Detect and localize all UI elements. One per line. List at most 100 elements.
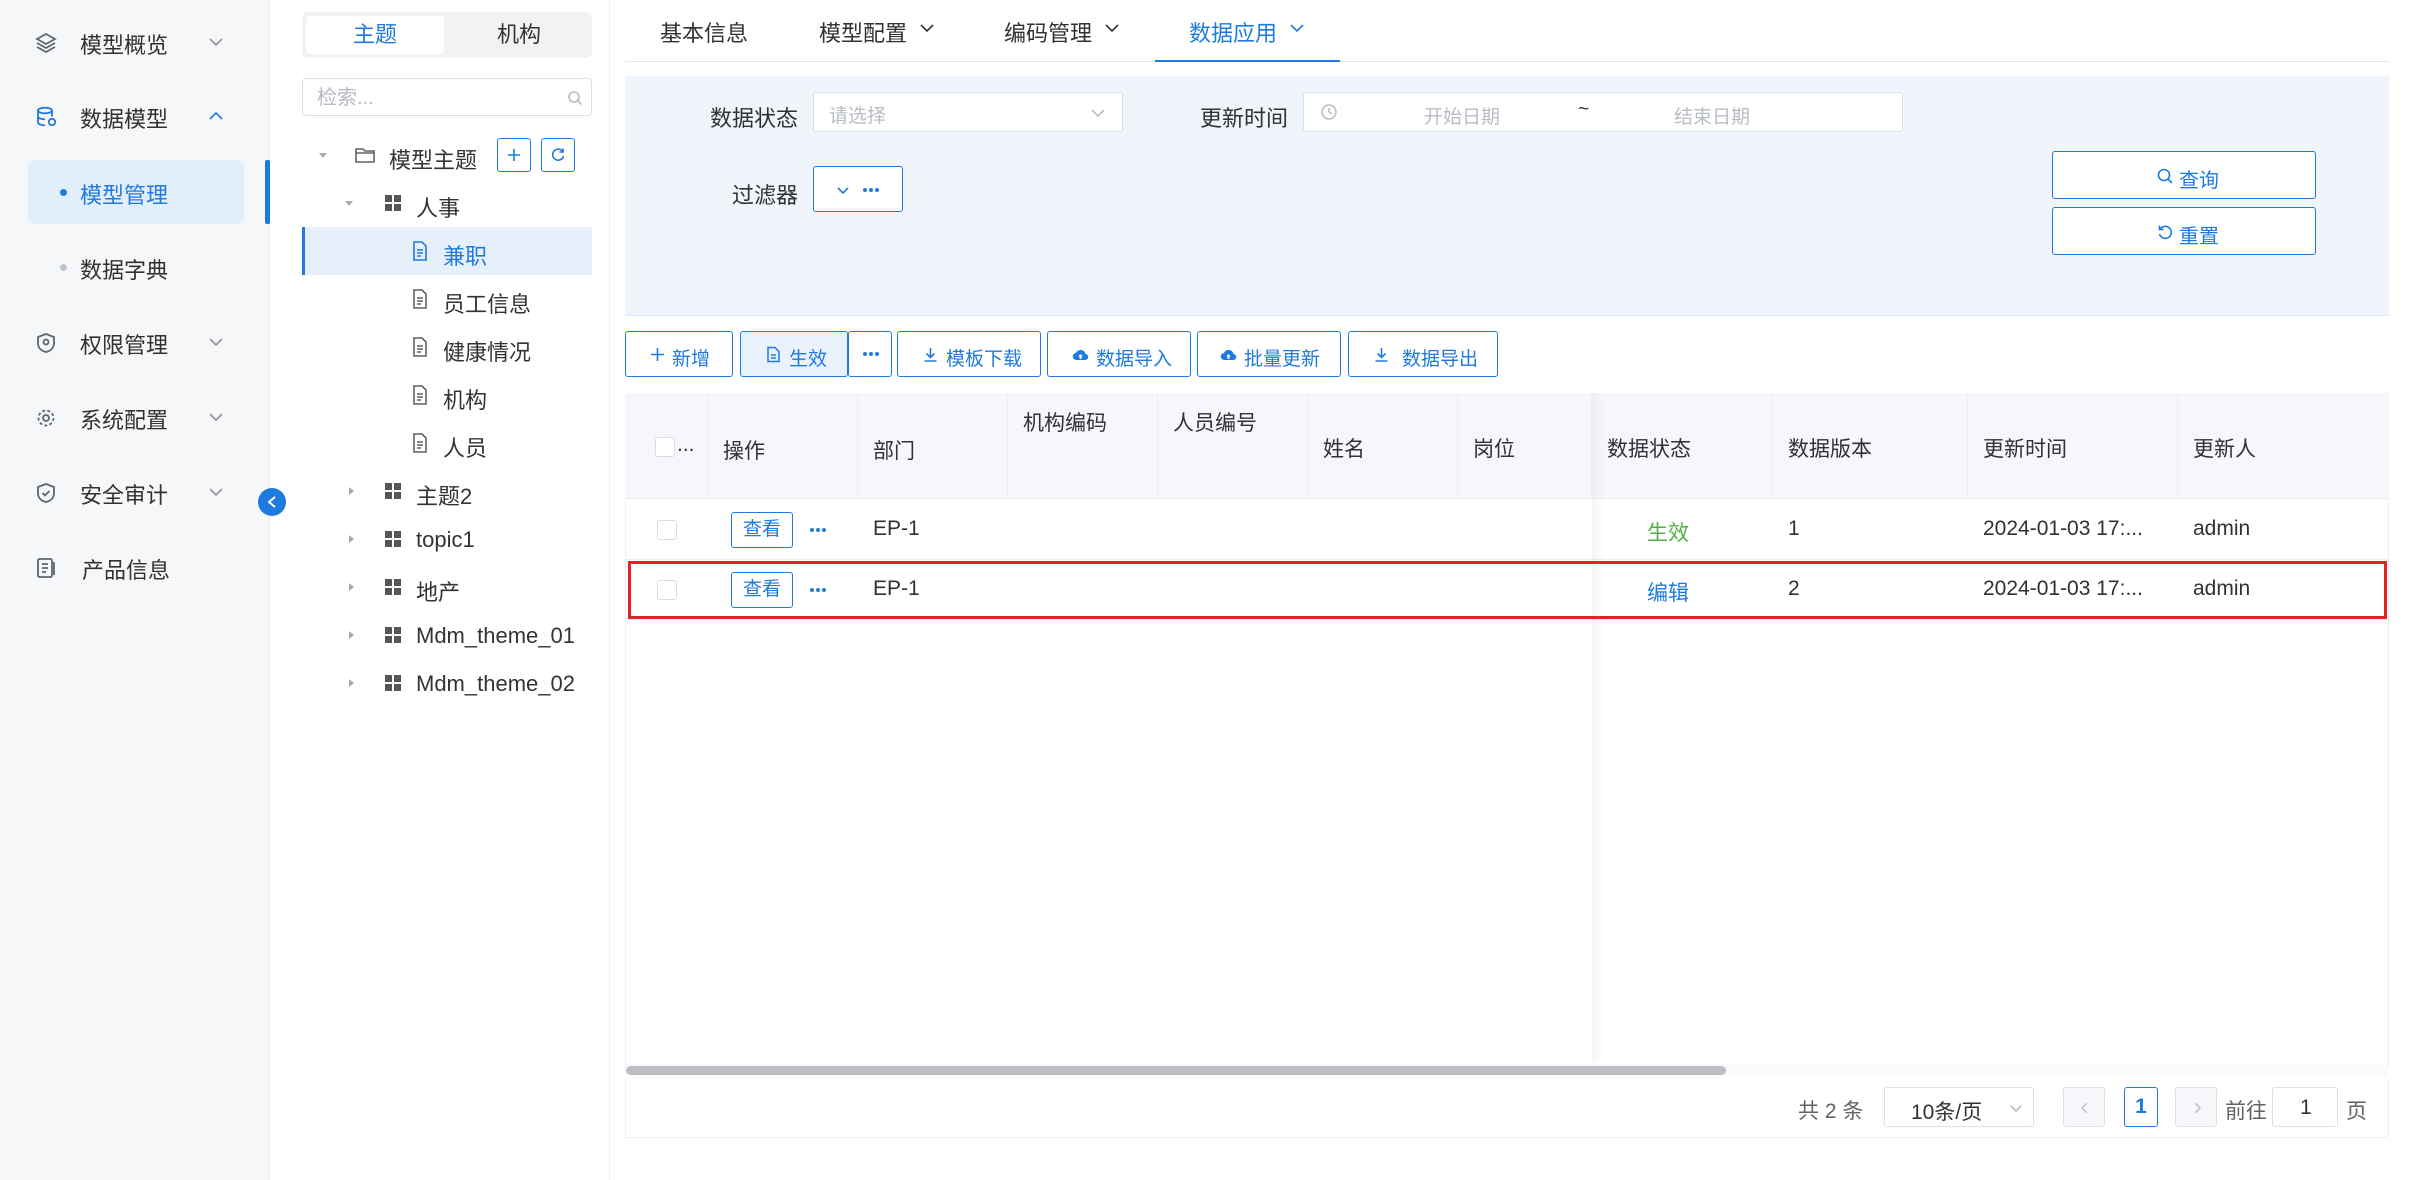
header-data-version[interactable]: 数据版本: [1773, 393, 1968, 499]
caret-right-icon[interactable]: [346, 534, 356, 544]
tree-node-group[interactable]: 地产: [302, 563, 592, 611]
header-position[interactable]: 岗位: [1458, 393, 1592, 499]
reset-button[interactable]: 重置: [2052, 207, 2316, 255]
page-number-current[interactable]: 1: [2124, 1087, 2158, 1127]
collapse-sidebar-button[interactable]: [258, 488, 286, 516]
status-select[interactable]: 请选择: [813, 92, 1123, 132]
select-all-checkbox[interactable]: [655, 437, 675, 457]
chevron-down-icon: [209, 413, 223, 422]
chevron-down-icon: [1105, 24, 1119, 33]
chevron-down-icon: [209, 488, 223, 497]
tree-leaf-employee-info[interactable]: 员工信息: [302, 275, 592, 323]
tree-node-label: topic1: [416, 527, 475, 552]
header-label: 机构编码: [1023, 412, 1107, 435]
search-icon[interactable]: [567, 90, 583, 106]
nav-item-data-model[interactable]: 数据模型: [0, 84, 270, 148]
end-date-placeholder[interactable]: 结束日期: [1674, 102, 1750, 129]
header-data-status[interactable]: 数据状态: [1592, 393, 1773, 499]
nav-sub-data-dictionary[interactable]: 数据字典: [28, 235, 244, 299]
add-theme-button[interactable]: [497, 138, 531, 172]
grid-icon: [385, 627, 401, 643]
tree-node-group[interactable]: Mdm_theme_02: [302, 659, 592, 707]
tree-search-box: [302, 78, 592, 116]
file-icon: [767, 346, 780, 363]
file-icon: [413, 337, 427, 357]
tree-node-group[interactable]: Mdm_theme_01: [302, 611, 592, 659]
tab-data-application[interactable]: 数据应用: [1155, 0, 1340, 62]
caret-right-icon[interactable]: [346, 678, 356, 688]
tree-search-input[interactable]: [317, 85, 557, 111]
tree-node-group[interactable]: topic1: [302, 515, 592, 563]
caret-down-icon[interactable]: [344, 198, 354, 208]
header-employee-no[interactable]: 人员编号: [1158, 393, 1308, 499]
nav-label: 安全审计: [80, 483, 169, 508]
header-name[interactable]: 姓名: [1308, 393, 1458, 499]
tree-leaf-parttime[interactable]: 兼职: [302, 227, 592, 275]
page-size-select[interactable]: 10条/页: [1884, 1087, 2034, 1127]
start-date-placeholder[interactable]: 开始日期: [1424, 102, 1500, 129]
data-export-button[interactable]: 数据导出: [1348, 331, 1498, 377]
tab-model-config[interactable]: 模型配置: [819, 0, 939, 62]
header-label: 部门: [873, 440, 915, 463]
file-icon: [413, 433, 427, 453]
nav-item-model-overview[interactable]: 模型概览: [0, 10, 270, 74]
caret-down-icon[interactable]: [318, 150, 328, 160]
nav-sub-model-management[interactable]: 模型管理: [28, 160, 244, 224]
fixed-column-shadow: [1592, 393, 1604, 1063]
tree-node-group-hr[interactable]: 人事: [302, 179, 592, 227]
caret-right-icon[interactable]: [346, 582, 356, 592]
tree-node-label: 员工信息: [443, 292, 532, 317]
status-filter-label: 数据状态: [710, 106, 799, 131]
template-download-button[interactable]: 模板下载: [897, 331, 1041, 377]
header-department[interactable]: 部门: [858, 393, 1008, 499]
date-range-picker[interactable]: 开始日期 ~ 结束日期: [1303, 92, 1903, 132]
add-button[interactable]: 新增: [625, 331, 733, 377]
caret-right-icon[interactable]: [346, 486, 356, 496]
header-org-code[interactable]: 机构编码: [1008, 393, 1158, 499]
header-update-time[interactable]: 更新时间: [1968, 393, 2178, 499]
tab-theme[interactable]: 主题: [306, 16, 444, 54]
grid-icon: [385, 579, 401, 595]
folder-icon: [355, 148, 375, 163]
filter-dropdown-button[interactable]: [813, 166, 903, 212]
batch-update-button[interactable]: 批量更新: [1197, 331, 1341, 377]
header-updater[interactable]: 更新人: [2178, 393, 2389, 499]
tree-leaf-personnel[interactable]: 人员: [302, 419, 592, 467]
tab-label: 基本信息: [660, 21, 749, 46]
nav-sub-label: 模型管理: [80, 183, 169, 208]
cell-department: EP-1: [873, 517, 920, 540]
activate-button[interactable]: 生效: [740, 331, 848, 377]
goto-page-value: 1: [2300, 1096, 2312, 1119]
tree-node-label: 模型主题: [389, 148, 478, 173]
tab-basic-info[interactable]: 基本信息: [660, 0, 760, 62]
more-actions-button[interactable]: [848, 331, 892, 377]
prev-page-button[interactable]: [2063, 1087, 2105, 1127]
tab-code-management[interactable]: 编码管理: [1004, 0, 1124, 62]
chevron-left-icon: [2080, 1102, 2088, 1114]
header-label: 数据版本: [1788, 438, 1872, 461]
nav-label: 模型概览: [80, 33, 169, 58]
row-checkbox[interactable]: [657, 520, 677, 540]
goto-page-input[interactable]: 1: [2272, 1087, 2338, 1127]
data-import-button[interactable]: 数据导入: [1047, 331, 1191, 377]
refresh-tree-button[interactable]: [541, 138, 575, 172]
next-page-button[interactable]: [2175, 1087, 2217, 1127]
query-button[interactable]: 查询: [2052, 151, 2316, 199]
more-icon[interactable]: [809, 527, 827, 533]
nav-item-product-info[interactable]: 产品信息: [0, 535, 270, 599]
tree-leaf-organization[interactable]: 机构: [302, 371, 592, 419]
reset-icon: [2158, 225, 2173, 240]
view-button[interactable]: 查看: [731, 512, 793, 548]
tab-organization[interactable]: 机构: [450, 16, 588, 54]
tree-leaf-health[interactable]: 健康情况: [302, 323, 592, 371]
caret-right-icon[interactable]: [346, 630, 356, 640]
file-icon: [413, 385, 427, 405]
tree-node-group[interactable]: 主题2: [302, 467, 592, 515]
nav-item-permission[interactable]: 权限管理: [0, 310, 270, 374]
cell-data-status: 生效: [1647, 522, 1689, 545]
tree-node-label: 兼职: [443, 244, 488, 269]
horizontal-scrollbar-thumb[interactable]: [626, 1066, 1726, 1075]
nav-item-system-config[interactable]: 系统配置: [0, 385, 270, 449]
download-icon: [924, 348, 937, 362]
nav-item-security-audit[interactable]: 安全审计: [0, 460, 270, 524]
